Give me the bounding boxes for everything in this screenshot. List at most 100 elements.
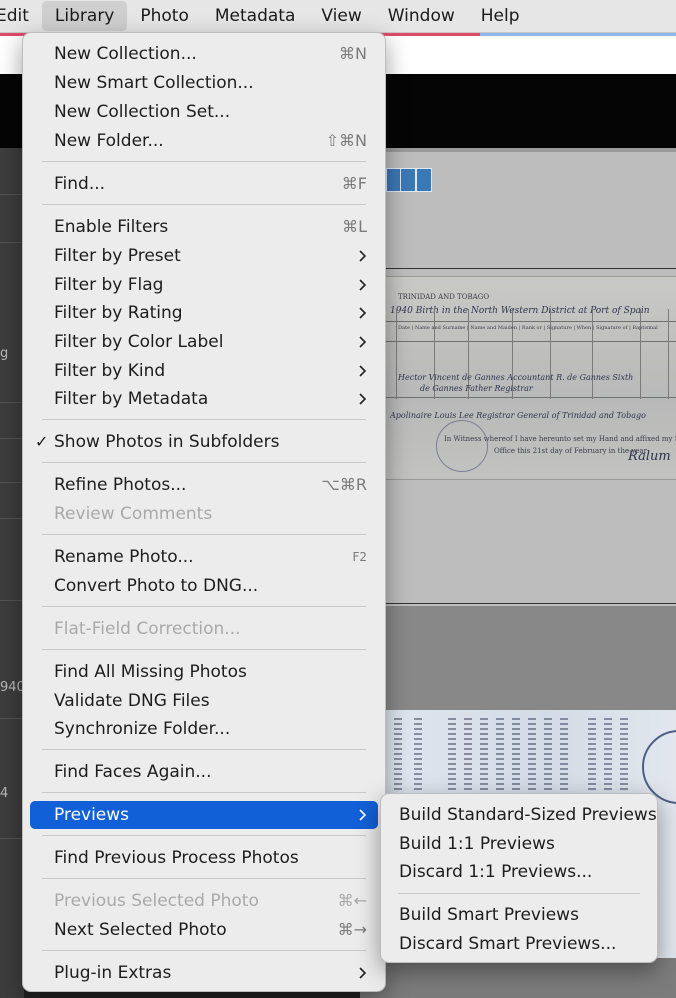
menu-separator: [42, 462, 366, 463]
menu-item-new-collection[interactable]: New Collection... ⌘N: [30, 40, 378, 68]
menu-item-label: New Smart Collection...: [54, 73, 254, 93]
menu-item-filter-by-color-label[interactable]: Filter by Color Label: [30, 328, 378, 356]
menu-item-label: Convert Photo to DNG...: [54, 576, 259, 596]
menu-item-label: Build Smart Previews: [399, 905, 579, 925]
menu-separator: [42, 792, 366, 793]
menu-separator: [42, 419, 366, 420]
menu-item-label: Flat-Field Correction...: [54, 619, 241, 639]
menu-item-filter-by-rating[interactable]: Filter by Rating: [30, 299, 378, 327]
menu-item-filter-by-preset[interactable]: Filter by Preset: [30, 242, 378, 270]
menu-item-rename-photo[interactable]: Rename Photo... F2: [30, 543, 378, 571]
menu-item-filter-by-kind[interactable]: Filter by Kind: [30, 357, 378, 385]
menu-separator: [42, 835, 366, 836]
menubar-photo[interactable]: Photo: [127, 1, 202, 31]
menu-item-build-1-1-previews[interactable]: Build 1:1 Previews: [388, 830, 650, 858]
checkmark-icon: ✓: [35, 432, 49, 451]
menu-item-label: New Folder...: [54, 131, 164, 151]
menubar-library[interactable]: Library: [41, 1, 128, 31]
menu-item-label: Find Previous Process Photos: [54, 848, 299, 868]
menu-item-filter-by-flag[interactable]: Filter by Flag: [30, 271, 378, 299]
menu-separator: [42, 606, 366, 607]
menu-item-convert-photo-to-dng[interactable]: Convert Photo to DNG...: [30, 572, 378, 600]
menu-item-label: Build Standard-Sized Previews: [399, 805, 657, 825]
menu-item-label: New Collection Set...: [54, 102, 231, 122]
menu-item-label: Find Faces Again...: [54, 762, 212, 782]
menu-item-synchronize-folder[interactable]: Synchronize Folder...: [30, 715, 378, 743]
menu-item-show-photos-in-subfolders[interactable]: ✓ Show Photos in Subfolders: [30, 428, 378, 456]
menu-item-label: Filter by Flag: [54, 275, 164, 295]
menu-item-shortcut: ⇧⌘N: [325, 131, 367, 150]
menu-item-shortcut: ⌘L: [342, 217, 367, 236]
certificate-thumbnail[interactable]: TRINIDAD AND TOBAGO 1940 Birth in the No…: [384, 277, 676, 479]
chevron-right-icon: [359, 393, 367, 405]
menu-item-label: Show Photos in Subfolders: [54, 432, 280, 452]
left-panel-text: g: [0, 346, 9, 361]
menu-item-label: Filter by Color Label: [54, 332, 224, 352]
left-panel[interactable]: g 940 4: [0, 148, 25, 998]
menu-item-label: Filter by Metadata: [54, 389, 209, 409]
menu-separator: [398, 893, 640, 894]
menu-item-label: Find...: [54, 174, 106, 194]
menu-item-filter-by-metadata[interactable]: Filter by Metadata: [30, 385, 378, 413]
grid-bottom: [360, 958, 676, 998]
menubar-metadata[interactable]: Metadata: [202, 1, 309, 31]
menu-item-new-folder[interactable]: New Folder... ⇧⌘N: [30, 127, 378, 155]
menu-item-review-comments: Review Comments: [30, 500, 378, 528]
menu-item-new-collection-set[interactable]: New Collection Set...: [30, 98, 378, 126]
menu-item-discard-1-1-previews[interactable]: Discard 1:1 Previews...: [388, 858, 650, 886]
chevron-right-icon: [359, 336, 367, 348]
menu-item-find-faces-again[interactable]: Find Faces Again...: [30, 758, 378, 786]
menu-item-previous-selected-photo: Previous Selected Photo ⌘←: [30, 887, 378, 915]
chevron-right-icon: [359, 809, 367, 821]
menu-item-label: Enable Filters: [54, 217, 169, 237]
menu-item-label: Validate DNG Files: [54, 691, 210, 711]
menubar-help[interactable]: Help: [468, 1, 533, 31]
menu-item-discard-smart-previews[interactable]: Discard Smart Previews...: [388, 930, 650, 958]
menubar-edit[interactable]: Edit: [0, 1, 42, 31]
menu-item-label: Filter by Preset: [54, 246, 181, 266]
menu-separator: [42, 161, 366, 162]
menu-item-next-selected-photo[interactable]: Next Selected Photo ⌘→: [30, 916, 378, 944]
menu-item-label: Review Comments: [54, 504, 213, 524]
menu-separator: [42, 950, 366, 951]
menu-item-shortcut: ⌘F: [341, 174, 367, 193]
menu-item-new-smart-collection[interactable]: New Smart Collection...: [30, 69, 378, 97]
menu-item-plugin-extras[interactable]: Plug-in Extras: [30, 959, 378, 987]
menubar-view[interactable]: View: [308, 1, 374, 31]
menu-item-find[interactable]: Find... ⌘F: [30, 170, 378, 198]
menu-item-shortcut: ⌘N: [339, 44, 367, 63]
menu-item-label: Discard Smart Previews...: [399, 934, 617, 954]
menu-item-flat-field-correction: Flat-Field Correction...: [30, 615, 378, 643]
menu-item-find-all-missing-photos[interactable]: Find All Missing Photos: [30, 658, 378, 686]
menu-item-label: Previous Selected Photo: [54, 891, 259, 911]
menu-item-validate-dng-files[interactable]: Validate DNG Files: [30, 687, 378, 715]
menu-item-label: Synchronize Folder...: [54, 719, 231, 739]
menu-item-refine-photos[interactable]: Refine Photos... ⌥⌘R: [30, 471, 378, 499]
menu-bar: Edit Library Photo Metadata View Window …: [0, 0, 676, 33]
menu-separator: [42, 649, 366, 650]
menu-item-shortcut: ⌥⌘R: [321, 475, 367, 494]
menu-item-label: Refine Photos...: [54, 475, 187, 495]
menu-item-label: Previews: [54, 805, 130, 825]
menubar-window[interactable]: Window: [375, 1, 468, 31]
menu-item-label: Filter by Rating: [54, 303, 183, 323]
chevron-right-icon: [359, 279, 367, 291]
menu-item-enable-filters[interactable]: Enable Filters ⌘L: [30, 213, 378, 241]
menu-item-build-standard-previews[interactable]: Build Standard-Sized Previews: [388, 801, 657, 829]
menu-item-label: Next Selected Photo: [54, 920, 227, 940]
menu-item-label: Find All Missing Photos: [54, 662, 247, 682]
menu-item-find-previous-process-photos[interactable]: Find Previous Process Photos: [30, 844, 378, 872]
menu-separator: [42, 749, 366, 750]
seal-image: [436, 420, 488, 472]
stamp-image: [416, 168, 432, 192]
menu-item-label: Rename Photo...: [54, 547, 194, 567]
menu-item-build-smart-previews[interactable]: Build Smart Previews: [388, 901, 650, 929]
menu-item-previews[interactable]: Previews: [30, 801, 378, 829]
menu-separator: [42, 878, 366, 879]
menu-item-label: Plug-in Extras: [54, 963, 172, 983]
menu-item-label: Build 1:1 Previews: [399, 834, 555, 854]
menu-item-shortcut: ⌘→: [337, 920, 367, 939]
menu-separator: [42, 204, 366, 205]
chevron-right-icon: [359, 307, 367, 319]
menu-item-shortcut: ⌘←: [337, 891, 367, 910]
